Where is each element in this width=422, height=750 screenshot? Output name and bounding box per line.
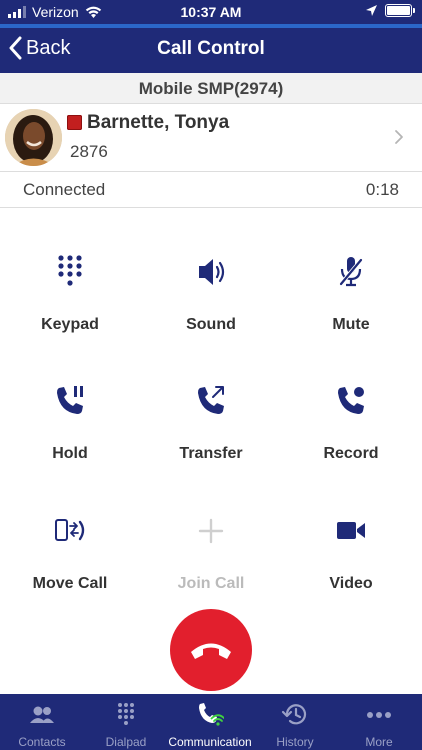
- chevron-right-icon: [395, 130, 403, 144]
- mute-button[interactable]: Mute: [281, 252, 421, 372]
- tab-label: Dialpad: [105, 735, 147, 749]
- video-camera-icon: [337, 522, 365, 539]
- status-right: [366, 4, 415, 17]
- contact-extension: 2876: [70, 142, 108, 161]
- avatar: [5, 109, 62, 166]
- sound-label: Sound: [186, 316, 236, 333]
- tab-dialpad[interactable]: Dialpad: [84, 694, 168, 750]
- phone-record-icon: [338, 387, 364, 414]
- tab-communication[interactable]: Communication: [168, 694, 252, 750]
- plus-icon: [198, 518, 224, 544]
- tab-more[interactable]: More: [337, 694, 421, 750]
- tab-label: Communication: [168, 735, 252, 749]
- sound-button[interactable]: Sound: [141, 252, 281, 372]
- tab-history[interactable]: History: [253, 694, 337, 750]
- location-arrow-icon: [366, 5, 377, 16]
- tab-label: More: [365, 735, 393, 749]
- call-status: Connected: [23, 180, 106, 199]
- more-icon: [367, 712, 391, 718]
- tab-label: Contacts: [18, 735, 66, 749]
- status-time: 10:37 AM: [180, 4, 242, 20]
- battery-icon: [385, 4, 415, 17]
- keypad-icon: [58, 255, 82, 286]
- phone-transfer-icon: [198, 386, 224, 414]
- dialpad-icon: [118, 703, 134, 725]
- record-label: Record: [323, 445, 379, 462]
- phone-hold-icon: [57, 386, 83, 414]
- video-label: Video: [329, 575, 373, 592]
- join-call-label: Join Call: [177, 575, 245, 592]
- app-header: Verizon 10:37 AM Back Call Control: [0, 0, 422, 73]
- record-button[interactable]: Record: [281, 381, 421, 501]
- hold-button[interactable]: Hold: [0, 381, 140, 501]
- end-call-button[interactable]: [170, 609, 252, 691]
- page-title: Call Control: [157, 38, 265, 59]
- mute-label: Mute: [332, 316, 370, 333]
- tab-contacts[interactable]: Contacts: [0, 694, 84, 750]
- line-label: Mobile SMP(2974): [0, 73, 422, 104]
- keypad-label: Keypad: [41, 316, 99, 333]
- move-call-label: Move Call: [32, 575, 108, 592]
- call-timer: 0:18: [365, 180, 399, 199]
- contact-row[interactable]: Barnette, Tonya 2876: [0, 104, 422, 172]
- microphone-icon: [338, 257, 364, 287]
- move-call-icon: [55, 519, 85, 541]
- contacts-icon: [30, 706, 54, 723]
- transfer-label: Transfer: [179, 445, 243, 462]
- keypad-button[interactable]: Keypad: [0, 252, 140, 372]
- move-call-button[interactable]: Move Call: [0, 511, 140, 631]
- presence-busy-icon: [67, 115, 82, 130]
- hold-label: Hold: [52, 445, 88, 462]
- contact-name: Barnette, Tonya: [87, 112, 230, 133]
- nav-bar: Back Call Control: [0, 28, 422, 73]
- transfer-button[interactable]: Transfer: [141, 381, 281, 501]
- video-button[interactable]: Video: [281, 511, 421, 631]
- tab-label: History: [276, 735, 314, 749]
- tab-bar: Contacts Dialpad Communication History M…: [0, 694, 422, 750]
- speaker-icon: [199, 259, 225, 285]
- history-icon: [281, 704, 307, 725]
- call-status-row: Connected 0:18: [0, 172, 422, 208]
- communication-icon: [199, 703, 224, 726]
- hang-up-icon: [191, 643, 231, 659]
- status-bar: Verizon 10:37 AM: [0, 0, 422, 24]
